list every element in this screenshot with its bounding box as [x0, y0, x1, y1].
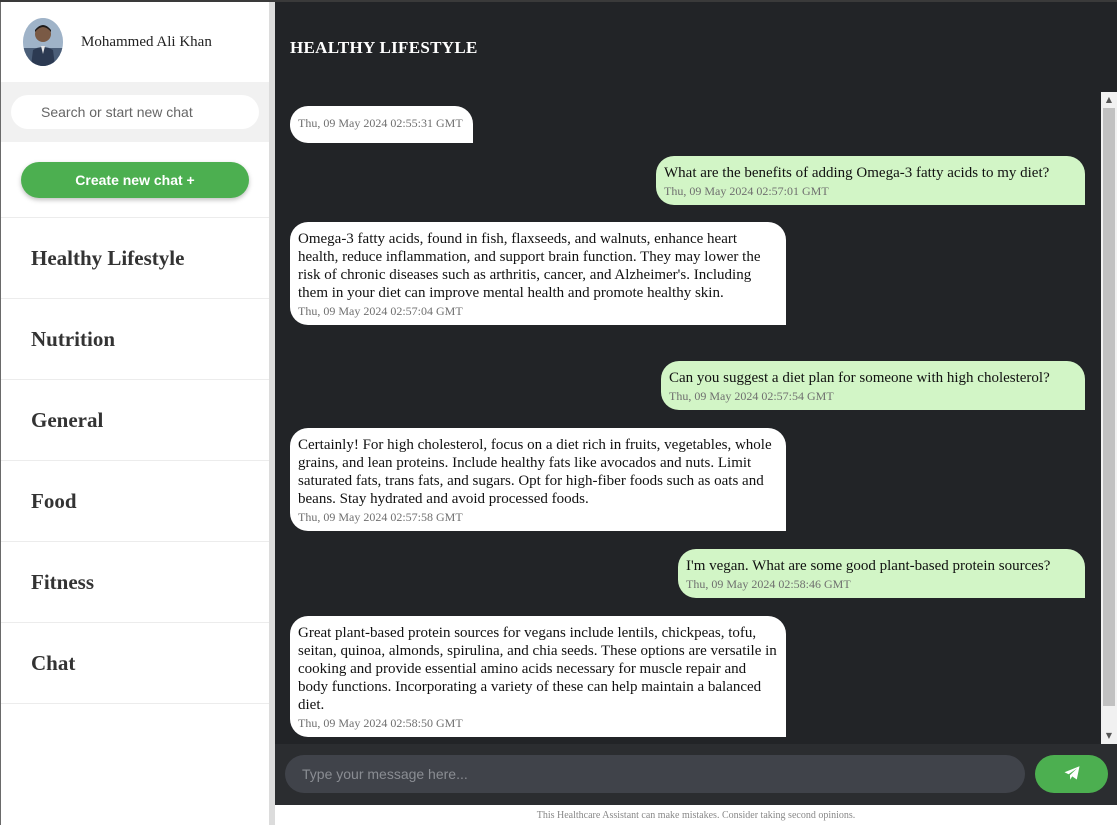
profile-header: Mohammed Ali Khan: [1, 2, 269, 82]
bot-message: Thu, 09 May 2024 02:55:31 GMT: [290, 106, 473, 143]
message-text: What are the benefits of adding Omega-3 …: [664, 165, 1050, 181]
page-title: HEALTHY LIFESTYLE: [290, 38, 478, 57]
message-timestamp: Thu, 09 May 2024 02:58:46 GMT: [686, 577, 851, 591]
message-text: Can you suggest a diet plan for someone …: [669, 370, 1050, 386]
sidebar: Mohammed Ali Khan Create new chat + Heal…: [0, 2, 269, 825]
search-input[interactable]: [11, 95, 259, 129]
scroll-thumb[interactable]: [1103, 108, 1115, 706]
sidebar-item-healthy-lifestyle[interactable]: Healthy Lifestyle: [1, 218, 269, 299]
sidebar-item-chat[interactable]: Chat: [1, 623, 269, 704]
chat-list: Healthy Lifestyle Nutrition General Food…: [1, 218, 269, 704]
sidebar-item-nutrition[interactable]: Nutrition: [1, 299, 269, 380]
bot-message: Omega-3 fatty acids, found in fish, flax…: [290, 222, 786, 325]
send-button[interactable]: [1035, 755, 1108, 793]
sidebar-item-fitness[interactable]: Fitness: [1, 542, 269, 623]
user-message: What are the benefits of adding Omega-3 …: [656, 156, 1085, 205]
user-message: Can you suggest a diet plan for someone …: [661, 361, 1085, 410]
disclaimer-footer: This Healthcare Assistant can make mista…: [275, 805, 1117, 825]
message-text: Certainly! For high cholesterol, focus o…: [298, 437, 772, 507]
message-timestamp: Thu, 09 May 2024 02:57:01 GMT: [664, 184, 829, 198]
message-timestamp: Thu, 09 May 2024 02:58:50 GMT: [298, 716, 463, 730]
message-input[interactable]: [285, 755, 1025, 793]
chat-panel: HEALTHY LIFESTYLE Thu, 09 May 2024 02:55…: [275, 2, 1117, 825]
message-timestamp: Thu, 09 May 2024 02:57:54 GMT: [669, 389, 834, 403]
avatar[interactable]: [23, 18, 63, 66]
user-message: I'm vegan. What are some good plant-base…: [678, 549, 1085, 598]
message-text: I'm vegan. What are some good plant-base…: [686, 558, 1051, 574]
paper-plane-icon: [1064, 765, 1080, 783]
sidebar-item-food[interactable]: Food: [1, 461, 269, 542]
search-bar: [1, 82, 269, 142]
message-timestamp: Thu, 09 May 2024 02:55:31 GMT: [298, 116, 463, 130]
bot-message: Great plant-based protein sources for ve…: [290, 616, 786, 737]
bot-message: Certainly! For high cholesterol, focus o…: [290, 428, 786, 531]
message-text: Omega-3 fatty acids, found in fish, flax…: [298, 231, 761, 301]
profile-name: Mohammed Ali Khan: [81, 33, 212, 50]
message-scrollbar[interactable]: ▲ ▼: [1101, 92, 1117, 744]
message-composer: [275, 744, 1117, 805]
create-new-chat-button[interactable]: Create new chat +: [21, 161, 249, 198]
scroll-down-icon[interactable]: ▼: [1101, 728, 1117, 744]
message-timestamp: Thu, 09 May 2024 02:57:04 GMT: [298, 304, 463, 318]
new-chat-area: Create new chat +: [1, 142, 269, 218]
message-list[interactable]: Thu, 09 May 2024 02:55:31 GMT What are t…: [275, 92, 1101, 744]
sidebar-item-general[interactable]: General: [1, 380, 269, 461]
message-timestamp: Thu, 09 May 2024 02:57:58 GMT: [298, 510, 463, 524]
scroll-up-icon[interactable]: ▲: [1101, 92, 1117, 108]
message-text: Great plant-based protein sources for ve…: [298, 625, 777, 713]
